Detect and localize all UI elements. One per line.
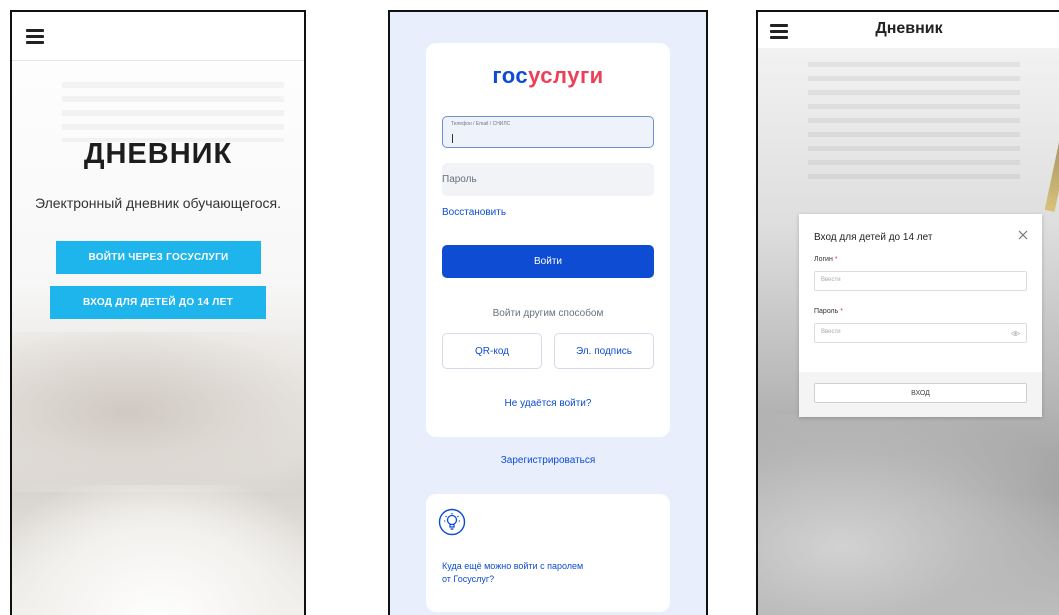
header-title: Дневник	[875, 20, 943, 37]
top-bar: Дневник	[758, 12, 1059, 48]
logo-part-gos: гос	[492, 63, 529, 88]
background-pencil	[1044, 102, 1059, 212]
e-signature-button[interactable]: Эл. подпись	[554, 333, 654, 369]
kids-login-button[interactable]: ВХОД ДЛЯ ДЕТЕЙ ДО 14 ЛЕТ	[50, 286, 266, 319]
kids-login-screen: Дневник Вход для детей до 14 лет Логин *…	[756, 10, 1059, 615]
modal-footer: ВХОД	[799, 372, 1042, 417]
where-else-link[interactable]: Куда ещё можно войти с паролем от Госусл…	[442, 560, 592, 586]
menu-icon[interactable]	[26, 29, 44, 44]
text-caret	[452, 134, 453, 143]
close-icon[interactable]	[1016, 228, 1030, 242]
page-title: ДНЕВНИК	[83, 138, 233, 170]
login-label-text: Логин	[814, 256, 833, 263]
password-label: Пароль *	[814, 308, 843, 315]
modal-title: Вход для детей до 14 лет	[814, 232, 933, 243]
submit-button[interactable]: ВХОД	[814, 383, 1027, 403]
qr-code-button[interactable]: QR-код	[442, 333, 542, 369]
background-book	[12, 332, 304, 492]
required-mark: *	[834, 256, 838, 263]
restore-link[interactable]: Восстановить	[442, 207, 506, 218]
login-input[interactable]: Телефон / Email / СНИЛС	[442, 116, 654, 148]
gosuslugi-logo: госуслуги	[426, 63, 670, 89]
password-label-text: Пароль	[814, 308, 839, 315]
required-mark: *	[840, 308, 843, 315]
eye-icon[interactable]	[1011, 329, 1020, 338]
alt-login-text: Войти другим способом	[492, 308, 604, 319]
password-input[interactable]: Ввести	[814, 323, 1027, 343]
lightbulb-icon	[438, 508, 466, 536]
password-placeholder: Ввести	[821, 329, 841, 335]
diary-start-screen: ДНЕВНИК Электронный дневник обучающегося…	[10, 10, 306, 615]
cant-login-link[interactable]: Не удаётся войти?	[426, 398, 670, 409]
info-card: Куда ещё можно войти с паролем от Госусл…	[426, 494, 670, 612]
logo-part-uslugi: услуги	[528, 63, 604, 88]
gosuslugi-login-button[interactable]: ВОЙТИ ЧЕРЕЗ ГОСУСЛУГИ	[56, 241, 261, 274]
gosuslugi-login-screen: госуслуги Телефон / Email / СНИЛС Пароль…	[388, 10, 708, 615]
kids-login-modal: Вход для детей до 14 лет Логин * Ввести …	[799, 214, 1042, 417]
password-input[interactable]: Пароль	[442, 163, 654, 196]
login-button[interactable]: Войти	[442, 245, 654, 278]
page-subtitle: Электронный дневник обучающегося.	[34, 195, 282, 211]
login-input[interactable]: Ввести	[814, 271, 1027, 291]
register-link[interactable]: Зарегистрироваться	[390, 455, 706, 466]
login-placeholder: Ввести	[821, 277, 841, 283]
login-label: Логин *	[814, 256, 838, 263]
background-table	[808, 62, 1020, 182]
login-card: госуслуги Телефон / Email / СНИЛС Пароль…	[426, 43, 670, 437]
login-input-label: Телефон / Email / СНИЛС	[451, 121, 511, 127]
background-book	[758, 415, 1059, 615]
background-pages	[12, 485, 304, 615]
password-placeholder: Пароль	[442, 174, 477, 185]
background-table	[62, 82, 284, 142]
top-bar	[12, 12, 304, 61]
